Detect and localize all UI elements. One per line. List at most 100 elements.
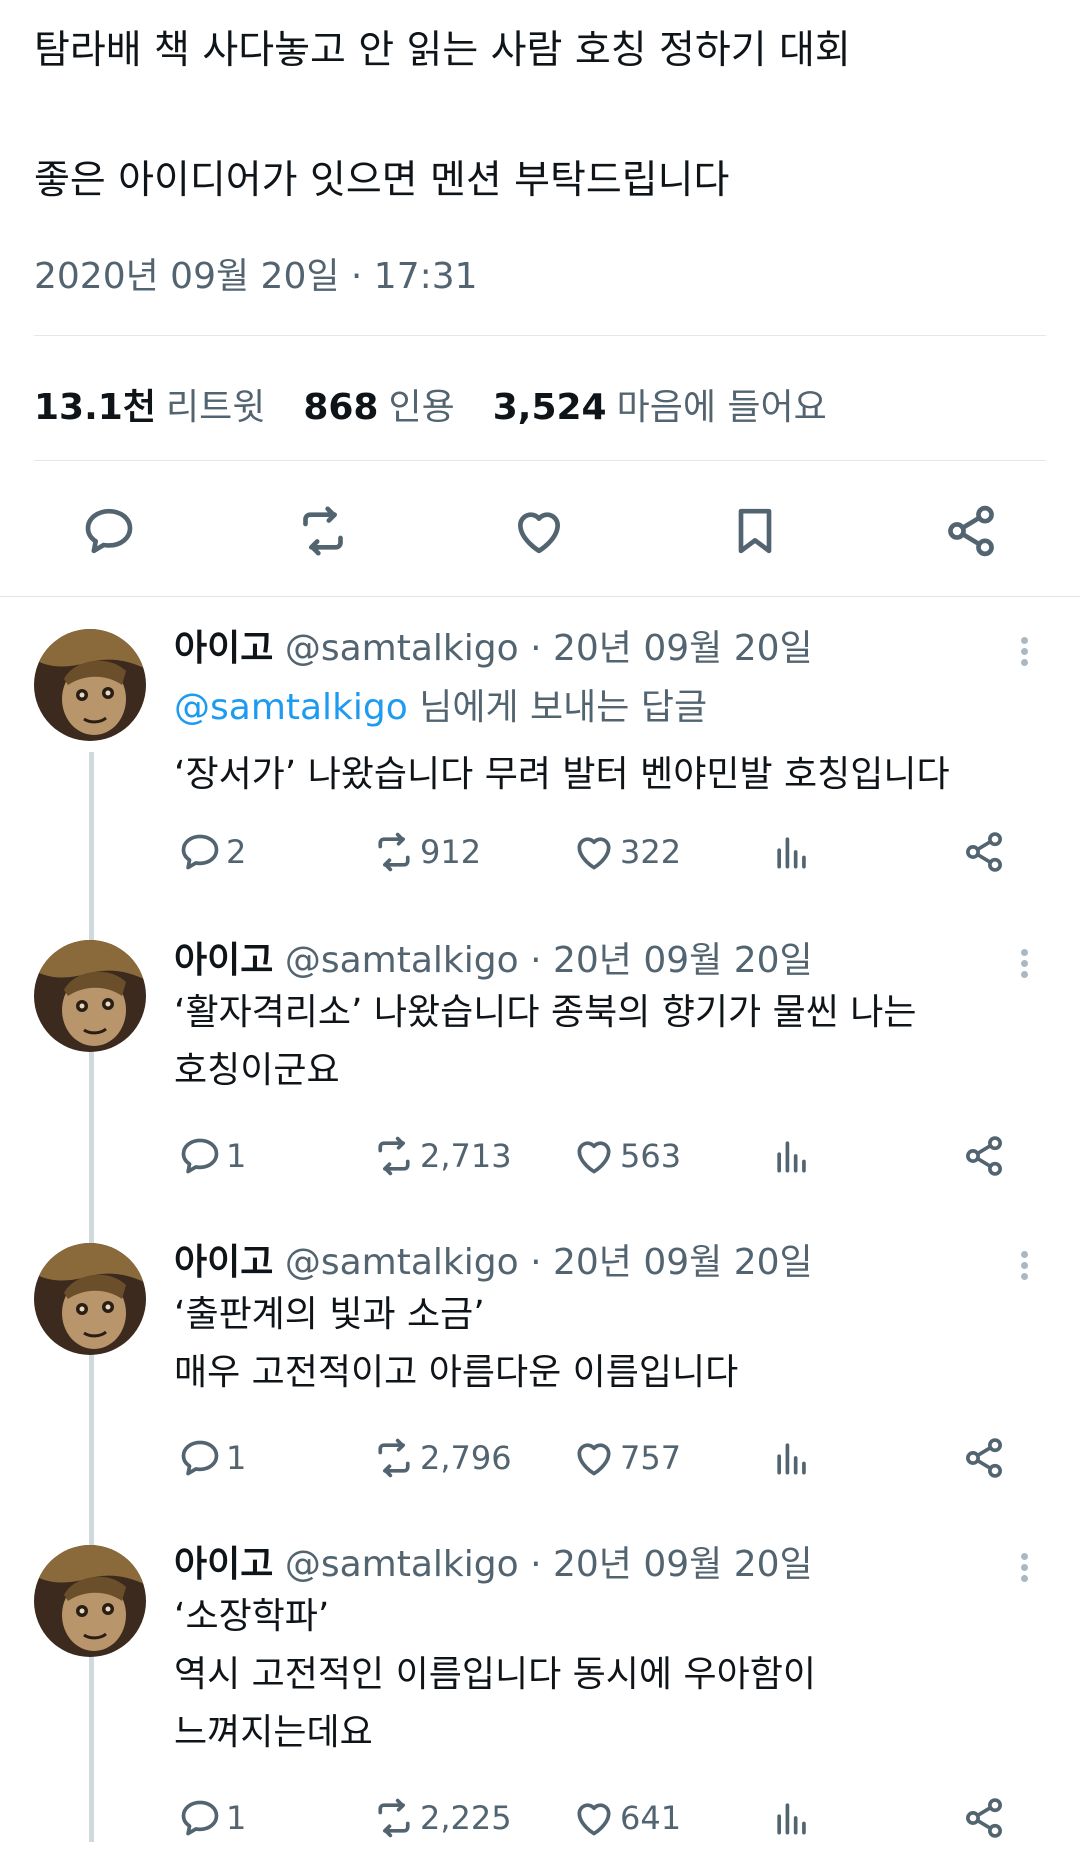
bookmark-icon — [738, 508, 772, 554]
reply-text-line: 호칭이군요 — [174, 1050, 340, 1091]
quotes-count: 868 — [303, 387, 379, 428]
reply-text-line: ‘소장학파’ — [174, 1596, 330, 1637]
analytics-icon — [777, 1803, 806, 1835]
reply-count: 1 — [226, 1799, 247, 1837]
retweet-button[interactable] — [290, 498, 356, 564]
reply-date[interactable]: 20년 09월 20일 — [553, 1242, 813, 1283]
reply-text-line: 역시 고전적인 이름입니다 동시에 우아함이 — [174, 1654, 816, 1695]
retweet-button[interactable]: 2,713 — [372, 1134, 512, 1178]
retweet-count: 2,713 — [420, 1137, 512, 1175]
like-button[interactable]: 322 — [572, 830, 681, 874]
like-button[interactable] — [506, 498, 572, 564]
share-button[interactable] — [962, 1436, 1006, 1480]
quotes-stat[interactable]: 868 인용 — [303, 378, 454, 430]
tweet-text-line-2: 좋은 아이디어가 잇으면 멘션 부탁드립니다 — [34, 158, 730, 203]
author-name[interactable]: 아이고 — [174, 628, 273, 669]
share-button[interactable] — [962, 830, 1006, 874]
reply-button[interactable] — [76, 498, 142, 564]
author-handle[interactable]: @samtalkigo — [285, 940, 519, 981]
reply-header: 아이고 @samtalkigo · 20년 09월 20일 — [174, 1540, 813, 1590]
more-icon[interactable] — [1012, 634, 1036, 674]
reply-button[interactable]: 1 — [178, 1134, 246, 1178]
retweet-icon — [378, 1798, 410, 1838]
reply-text-line: 느껴지는데요 — [174, 1712, 373, 1753]
author-handle[interactable]: @samtalkigo — [285, 1242, 519, 1283]
reply-text-line: ‘장서가’ 나왔습니다 무려 발터 벤야민발 호칭입니다 — [174, 754, 950, 795]
reply-action-bar: 1 2,796 757 — [0, 1436, 1080, 1486]
views-button[interactable] — [770, 1796, 814, 1840]
author-name[interactable]: 아이고 — [174, 1242, 273, 1283]
divider — [34, 335, 1046, 336]
heart-icon — [577, 837, 611, 870]
tweet-timestamp[interactable]: 2020년 09월 20일 · 17:31 — [34, 254, 478, 300]
likes-count: 3,524 — [492, 387, 607, 428]
like-count: 641 — [620, 1799, 682, 1837]
tweet-text-line-1: 탐라배 책 사다놓고 안 읽는 사람 호칭 정하기 대회 — [34, 28, 851, 73]
bookmark-button[interactable] — [722, 498, 788, 564]
share-icon — [966, 1136, 1002, 1176]
likes-stat[interactable]: 3,524 마음에 들어요 — [493, 378, 827, 430]
share-icon — [948, 505, 994, 557]
retweet-icon — [303, 506, 343, 556]
more-icon[interactable] — [1012, 1550, 1036, 1590]
retweet-count: 912 — [420, 833, 482, 871]
mention-link[interactable]: @samtalkigo — [174, 687, 408, 728]
reply-text-line: ‘활자격리소’ 나왔습니다 종북의 향기가 물씬 나는 — [174, 992, 917, 1033]
like-button[interactable]: 641 — [572, 1796, 681, 1840]
share-button[interactable] — [962, 1134, 1006, 1178]
avatar[interactable] — [34, 1545, 146, 1657]
more-icon[interactable] — [1012, 1248, 1036, 1288]
author-handle[interactable]: @samtalkigo — [285, 1544, 519, 1585]
retweet-count: 2,796 — [420, 1439, 512, 1477]
reply-icon — [181, 834, 219, 870]
author-name[interactable]: 아이고 — [174, 940, 273, 981]
heart-icon — [518, 512, 560, 554]
separator-dot: · — [530, 940, 542, 981]
views-button[interactable] — [770, 830, 814, 874]
separator-dot: · — [530, 628, 542, 669]
more-icon[interactable] — [1012, 946, 1036, 986]
retweet-button[interactable]: 2,796 — [372, 1436, 512, 1480]
retweet-button[interactable]: 2,225 — [372, 1796, 512, 1840]
author-handle[interactable]: @samtalkigo — [285, 628, 519, 669]
reply-icon — [181, 1440, 219, 1476]
separator-dot: · — [530, 1242, 542, 1283]
author-name[interactable]: 아이고 — [174, 1544, 273, 1585]
share-button[interactable] — [938, 498, 1004, 564]
avatar-image — [34, 1545, 146, 1657]
reply-date[interactable]: 20년 09월 20일 — [553, 1544, 813, 1585]
retweets-stat[interactable]: 13.1천 리트윗 — [34, 378, 265, 430]
reply-icon — [181, 1800, 219, 1836]
share-button[interactable] — [962, 1796, 1006, 1840]
retweet-count: 2,225 — [420, 1799, 512, 1837]
likes-label: 마음에 들어요 — [616, 387, 827, 428]
tweet-stats: 13.1천 리트윗 868 인용 3,524 마음에 들어요 — [34, 378, 865, 430]
quotes-label: 인용 — [388, 387, 455, 428]
retweet-button[interactable]: 912 — [372, 830, 481, 874]
like-button[interactable]: 757 — [572, 1436, 681, 1480]
reply-action-bar: 2 912 322 — [0, 830, 1080, 880]
reply-button[interactable]: 1 — [178, 1796, 246, 1840]
reply-date[interactable]: 20년 09월 20일 — [553, 628, 813, 669]
avatar[interactable] — [34, 940, 146, 1052]
retweets-count: 13.1천 — [34, 387, 156, 428]
heart-icon — [577, 1803, 611, 1836]
reply-date[interactable]: 20년 09월 20일 — [553, 940, 813, 981]
reply-button[interactable]: 1 — [178, 1436, 246, 1480]
views-button[interactable] — [770, 1134, 814, 1178]
views-button[interactable] — [770, 1436, 814, 1480]
like-count: 757 — [620, 1439, 682, 1477]
like-button[interactable]: 563 — [572, 1134, 681, 1178]
avatar[interactable] — [34, 1243, 146, 1355]
main-tweet: 탐라배 책 사다놓고 안 읽는 사람 호칭 정하기 대회 좋은 아이디어가 잇으… — [0, 0, 1080, 597]
retweets-label: 리트윗 — [165, 387, 266, 428]
analytics-icon — [777, 1141, 806, 1173]
reply-button[interactable]: 2 — [178, 830, 246, 874]
share-icon — [966, 1438, 1002, 1478]
heart-icon — [577, 1443, 611, 1476]
avatar-image — [34, 940, 146, 1052]
divider — [34, 460, 1046, 461]
avatar[interactable] — [34, 629, 146, 741]
analytics-icon — [777, 837, 806, 869]
reply-header: 아이고 @samtalkigo · 20년 09월 20일 — [174, 936, 813, 986]
